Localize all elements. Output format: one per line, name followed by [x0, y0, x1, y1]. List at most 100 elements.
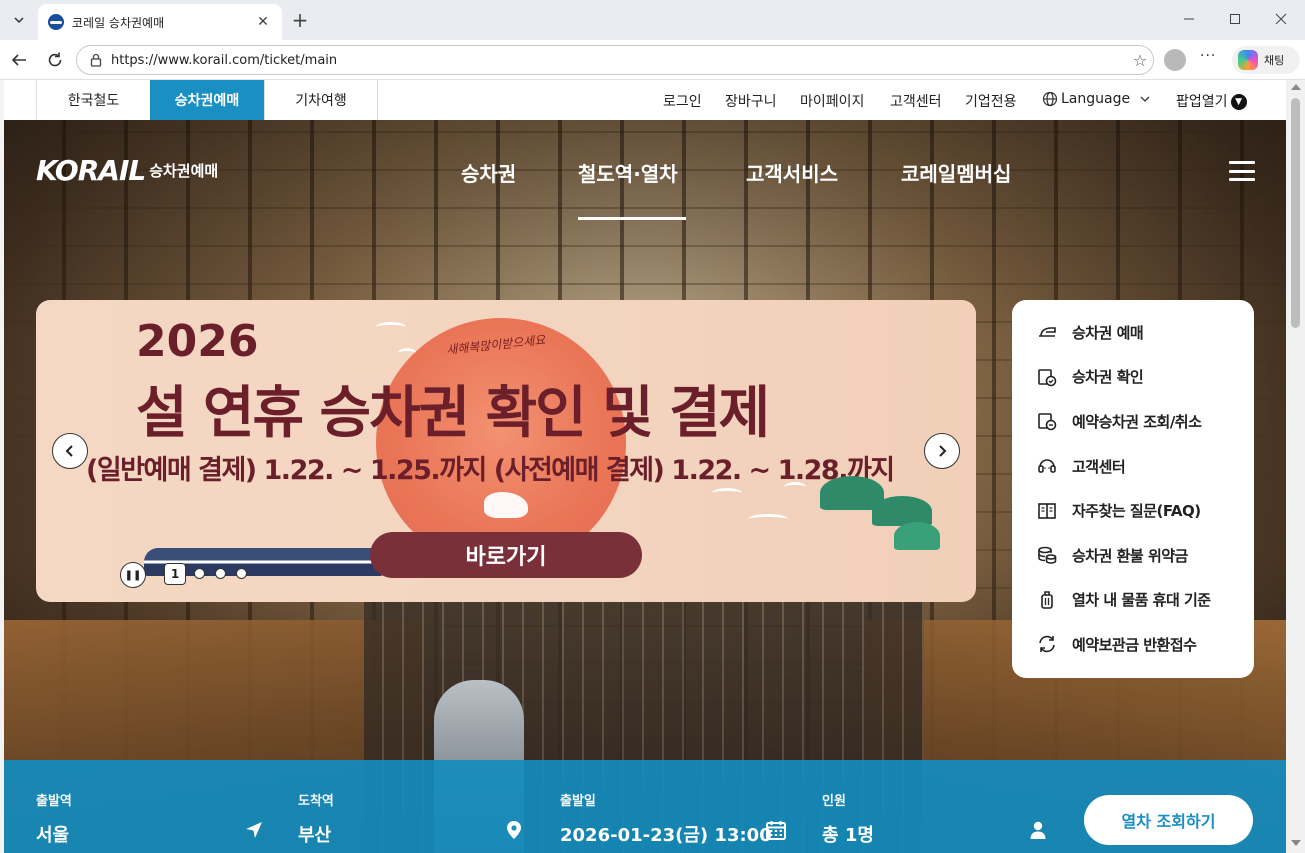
ticket-search-icon — [1038, 413, 1057, 431]
banner-subtitle: (일반예매 결제) 1.22. ~ 1.25.까지 (사전예매 결제) 1.22… — [86, 455, 895, 486]
close-tab-icon[interactable]: ✕ — [254, 14, 272, 30]
site-tab-travel[interactable]: 기차여행 — [264, 80, 378, 120]
headset-icon — [1038, 459, 1056, 473]
minimize-icon — [1184, 18, 1194, 20]
pause-icon[interactable]: ❚❚ — [120, 562, 146, 588]
corporate-link[interactable]: 기업전용 — [965, 91, 1017, 111]
scroll-down-arrow-icon[interactable] — [1291, 840, 1301, 846]
url-text[interactable]: https://www.korail.com/ticket/main — [111, 53, 1127, 68]
quick-menu-label: 열차 내 물품 휴대 기준 — [1072, 591, 1211, 610]
promo-banner[interactable]: 새해복많이받으세요 2026 설 연휴 승차권 확인 및 결제 (일반예매 결제… — [36, 300, 976, 602]
popup-open-button[interactable]: 팝업열기 ▼ — [1176, 91, 1247, 111]
maximize-button[interactable] — [1212, 6, 1258, 32]
quick-refund-penalty[interactable]: 승차권 환불 위약금 — [1012, 533, 1254, 578]
gnb-customer-service[interactable]: 고객서비스 — [746, 158, 838, 187]
language-label: Language — [1061, 91, 1131, 107]
quick-deposit-return[interactable]: 예약보관금 반환접수 — [1012, 622, 1254, 667]
chevron-left-icon — [65, 445, 73, 457]
main-navigation: KORAIL 승차권예매 승차권 철도역·열차 고객서비스 코레일멤버십 — [4, 120, 1286, 220]
gnb-station-train[interactable]: 철도역·열차 — [578, 158, 678, 187]
site-info-icon[interactable] — [87, 51, 105, 69]
train-search-bar: 출발역 서울 도착역 부산 출발일 2026-01-23(금) 13:00 인원… — [4, 760, 1286, 853]
korail-favicon-icon — [48, 14, 64, 30]
arrival-field[interactable]: 도착역 부산 — [298, 790, 334, 847]
banner-dot[interactable] — [236, 568, 247, 579]
language-selector[interactable]: Language — [1042, 91, 1154, 107]
gnb-ticket[interactable]: 승차권 — [461, 158, 516, 187]
departure-date-field[interactable]: 출발일 2026-01-23(금) 13:00 — [560, 790, 772, 847]
luggage-icon — [1041, 591, 1053, 609]
passengers-field[interactable]: 인원 총 1명 — [822, 790, 874, 847]
hero-section: KORAIL 승차권예매 승차권 철도역·열차 고객서비스 코레일멤버십 새해복… — [4, 120, 1286, 853]
departure-label: 출발역 — [36, 794, 72, 809]
bookmark-star-icon[interactable]: ☆ — [1127, 51, 1153, 70]
page-scrollbar[interactable] — [1286, 80, 1305, 853]
copilot-chat-button[interactable]: 채팅 — [1232, 46, 1300, 74]
departure-field[interactable]: 출발역 서울 — [36, 790, 72, 847]
calendar-icon[interactable] — [764, 818, 788, 842]
quick-ticket-reserve[interactable]: 승차권 예매 — [1012, 310, 1254, 355]
maximize-icon — [1230, 14, 1240, 24]
crane-illustration — [748, 514, 788, 524]
chevron-down-circle-icon: ▼ — [1230, 94, 1247, 110]
customer-center-link[interactable]: 고객센터 — [890, 91, 942, 111]
quick-ticket-check[interactable]: 승차권 확인 — [1012, 355, 1254, 400]
banner-dot[interactable] — [194, 568, 205, 579]
banner-title: 설 연휴 승차권 확인 및 결제 — [136, 381, 770, 446]
scroll-up-arrow-icon[interactable] — [1291, 84, 1301, 90]
korail-logo[interactable]: KORAIL 승차권예매 — [36, 154, 218, 187]
hamburger-menu-icon[interactable] — [1229, 161, 1255, 181]
passengers-value[interactable]: 총 1명 — [822, 821, 874, 847]
quick-reservation-lookup[interactable]: 예약승차권 조회/취소 — [1012, 399, 1254, 444]
site-tab-ticket[interactable]: 승차권예매 — [150, 80, 264, 120]
arrival-value[interactable]: 부산 — [298, 821, 334, 847]
banner-go-button[interactable]: 바로가기 — [370, 532, 642, 578]
pine-illustration — [894, 522, 940, 550]
banner-next-button[interactable] — [924, 433, 960, 469]
gnb-membership[interactable]: 코레일멤버십 — [901, 158, 1011, 187]
chevron-right-icon — [939, 445, 947, 457]
bird-illustration — [376, 322, 406, 332]
book-icon — [1038, 502, 1056, 519]
person-icon[interactable] — [1026, 818, 1050, 842]
chevron-down-icon — [14, 17, 24, 24]
mypage-link[interactable]: 마이페이지 — [800, 91, 864, 111]
globe-icon — [1042, 91, 1058, 107]
cart-link[interactable]: 장바구니 — [725, 91, 777, 111]
scroll-thumb[interactable] — [1291, 98, 1300, 328]
browser-tab[interactable]: 코레일 승차권예매 ✕ — [38, 4, 282, 40]
chevron-down-icon — [1140, 96, 1150, 102]
banner-prev-button[interactable] — [52, 433, 88, 469]
site-tab-korail[interactable]: 한국철도 — [36, 80, 150, 120]
more-menu-icon[interactable]: ··· — [1200, 48, 1216, 64]
map-pin-icon[interactable] — [502, 818, 526, 842]
date-label: 출발일 — [560, 794, 596, 809]
date-value[interactable]: 2026-01-23(금) 13:00 — [560, 821, 772, 847]
banner-dot[interactable] — [215, 568, 226, 579]
search-trains-button[interactable]: 열차 조회하기 — [1084, 795, 1253, 845]
popup-open-label: 팝업열기 — [1176, 94, 1228, 110]
quick-menu-label: 예약승차권 조회/취소 — [1072, 412, 1202, 431]
quick-luggage-rules[interactable]: 열차 내 물품 휴대 기준 — [1012, 578, 1254, 623]
reload-button[interactable] — [42, 47, 68, 73]
banner-page-number: 1 — [164, 563, 186, 585]
quick-faq[interactable]: 자주찾는 질문(FAQ) — [1012, 488, 1254, 533]
back-button[interactable] — [6, 47, 32, 73]
address-bar[interactable]: https://www.korail.com/ticket/main ☆ — [76, 45, 1154, 75]
minimize-button[interactable] — [1166, 6, 1212, 32]
quick-customer-center[interactable]: 고객센터 — [1012, 444, 1254, 489]
tab-title: 코레일 승차권예매 — [72, 15, 165, 30]
tab-list-button[interactable] — [6, 7, 32, 33]
quick-menu-label: 고객센터 — [1072, 457, 1126, 476]
new-tab-button[interactable]: + — [288, 8, 312, 32]
reload-icon — [48, 52, 62, 67]
browser-tab-strip: 코레일 승차권예매 ✕ + — [0, 0, 1305, 40]
ticket-check-icon — [1038, 369, 1057, 387]
profile-avatar[interactable] — [1164, 49, 1186, 71]
logo-sub: 승차권예매 — [149, 162, 219, 180]
departure-value[interactable]: 서울 — [36, 821, 72, 847]
swap-direction-icon[interactable] — [242, 818, 266, 842]
refresh-icon — [1039, 636, 1055, 653]
login-link[interactable]: 로그인 — [663, 91, 702, 111]
close-window-button[interactable] — [1258, 6, 1304, 32]
